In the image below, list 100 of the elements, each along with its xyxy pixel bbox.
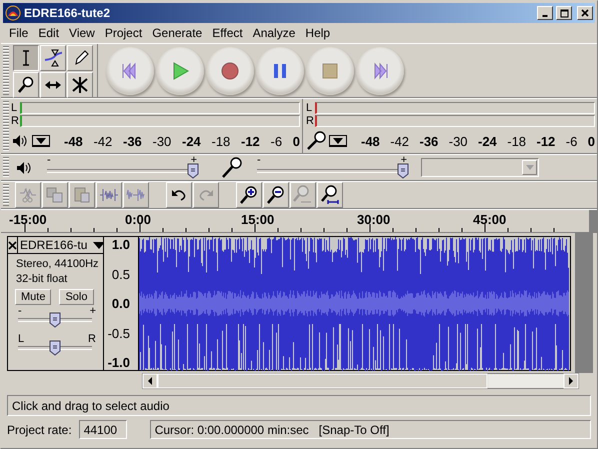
meter-tick-label: -36 [420, 134, 438, 149]
slider-min-label: - [18, 305, 22, 317]
meter-menu-button[interactable] [32, 135, 50, 148]
skip-to-end-button[interactable] [356, 46, 404, 94]
microphone-icon [221, 156, 243, 178]
menu-item[interactable]: Effect [207, 26, 248, 40]
project-rate-field[interactable]: 44100 [78, 420, 127, 439]
time-shift-tool[interactable] [40, 72, 66, 98]
ruler-tick-label: 45:00 [472, 211, 508, 227]
channel-label: R [306, 115, 315, 128]
ruler-tick-label: -15:00 [8, 211, 48, 227]
meter-tick-label: -30 [448, 134, 468, 149]
track-toggle-button[interactable]: Solo [59, 289, 94, 305]
pause-button[interactable] [256, 46, 304, 94]
slider-max-label: R [88, 333, 96, 345]
dropdown-arrow-icon [36, 138, 46, 144]
dropdown-arrow-icon [526, 165, 534, 170]
window-title: EDRE166-tute2 [24, 6, 112, 20]
speaker-icon [11, 133, 29, 150]
envelope-tool[interactable] [40, 45, 66, 71]
menu-item[interactable]: View [64, 26, 100, 40]
meter-tick-label: -24 [478, 134, 497, 149]
maximize-icon [559, 8, 569, 18]
menu-item[interactable]: Generate [147, 26, 208, 40]
meter-tick-label: -42 [94, 134, 112, 149]
undo-button[interactable] [166, 182, 192, 208]
track-toggle-button[interactable]: Mute [15, 289, 52, 305]
meter-tick-label: -48 [361, 134, 380, 149]
close-track-button[interactable] [8, 237, 18, 253]
asterisk-icon [71, 76, 89, 94]
minimize-icon [542, 15, 548, 17]
amplitude-tick-label: 0.0 [112, 296, 130, 311]
stop-icon [320, 60, 340, 80]
ruler-tick-label: 15:00 [240, 211, 276, 227]
multi-tool[interactable] [67, 72, 93, 98]
menu-item[interactable]: Project [100, 26, 148, 40]
i-beam-icon [22, 50, 30, 66]
menu-item[interactable]: Analyze [248, 26, 300, 40]
close-icon [580, 8, 590, 18]
close-button[interactable] [577, 6, 593, 20]
zoom-out-icon [266, 185, 286, 205]
meter-tick-label: -6 [566, 134, 578, 149]
meter-tick-label: 0 [292, 134, 300, 149]
input-volume-slider[interactable] [397, 162, 409, 178]
menu-item[interactable]: Help [300, 26, 336, 40]
magnifier-icon [320, 185, 340, 205]
meter-tick-label: -48 [64, 134, 83, 149]
microphone-icon [306, 131, 326, 152]
magnifier-icon [17, 76, 35, 94]
dropdown-arrow-icon [333, 138, 343, 144]
amplitude-tick-label: 0.5 [112, 266, 130, 282]
speaker-icon [15, 160, 33, 176]
cursor-status: Cursor: 0:00.000000 min:sec [Snap-To Off] [150, 420, 591, 439]
ruler-tick-label: 30:00 [356, 211, 392, 227]
ruler-tick-label: 0:00 [124, 211, 152, 227]
zoom-tool[interactable] [13, 72, 39, 98]
meter-tick-label: -6 [270, 134, 282, 149]
channel-label: L [11, 102, 18, 114]
amplitude-tick-label: -0.5 [108, 326, 130, 340]
scissors-icon [18, 185, 38, 205]
status-message: Click and drag to select audio [7, 395, 591, 416]
draw-tool[interactable] [67, 45, 93, 71]
skip-to-start-button[interactable] [106, 46, 154, 94]
menu-item[interactable]: Edit [33, 26, 64, 40]
meter-menu-button[interactable] [329, 135, 347, 148]
clipboard-icon [72, 185, 92, 205]
meter-tick-label: -30 [152, 134, 172, 149]
copy-icon [45, 185, 65, 205]
meter-tick-label: -24 [182, 134, 201, 149]
horizontal-scrollbar[interactable] [142, 373, 579, 389]
slider-min-label: L [18, 333, 24, 345]
output-volume-slider[interactable] [187, 162, 199, 178]
magnifier-icon [293, 185, 313, 205]
record-icon [220, 60, 240, 80]
slider-max-label: + [190, 154, 197, 166]
meter-tick-label: -18 [212, 134, 230, 149]
zoom-out-button[interactable] [263, 182, 289, 208]
meter-tick-label: -36 [123, 134, 142, 149]
zoom-in-button[interactable] [236, 182, 262, 208]
fit-project-button[interactable] [317, 182, 343, 208]
maximize-button[interactable] [556, 6, 572, 20]
track-name-menu[interactable]: EDRE166-tu [18, 237, 106, 253]
meter-tick-label: -42 [390, 134, 410, 149]
amplitude-tick-label: 1.0 [112, 237, 130, 252]
menu-item[interactable]: File [4, 26, 34, 40]
track-info-text: Stereo, 44100Hz [16, 257, 100, 272]
envelope-icon [44, 49, 62, 67]
record-button[interactable] [206, 46, 254, 94]
minimize-button[interactable] [537, 6, 553, 20]
selection-tool[interactable] [13, 45, 39, 71]
slider-min-label: - [257, 154, 261, 166]
slider-max-label: + [400, 154, 407, 166]
gain-slider[interactable] [49, 312, 61, 328]
project-rate-label: Project rate: [7, 422, 72, 436]
meter-tick-label: -12 [241, 134, 260, 149]
meter-tick-label: -18 [507, 134, 526, 149]
track-info-text: 32-bit float [16, 272, 68, 287]
amplitude-tick-label: -1.0 [108, 355, 130, 370]
pan-slider[interactable] [49, 340, 61, 356]
vertical-scrollbar[interactable] [575, 233, 593, 373]
